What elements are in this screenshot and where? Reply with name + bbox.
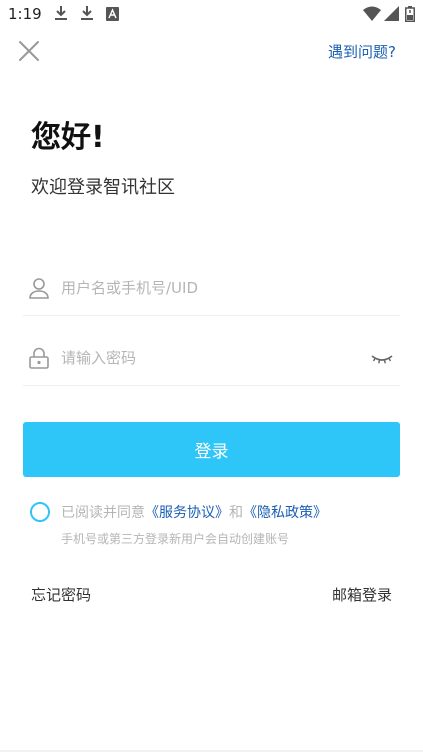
close-button[interactable] — [17, 39, 41, 63]
download-icon — [81, 6, 93, 25]
welcome-subtitle: 欢迎登录智讯社区 — [31, 177, 175, 198]
signal-icon — [384, 6, 399, 25]
greeting-title: 您好! — [31, 120, 105, 155]
login-button[interactable]: 登录 — [23, 422, 400, 477]
status-time: 1:19 — [8, 5, 42, 23]
agreement-prefix: 已阅读并同意 — [61, 505, 145, 521]
password-visibility-toggle[interactable] — [370, 347, 394, 369]
status-bar: 1:19 — [0, 0, 423, 30]
service-agreement-link[interactable]: 《服务协议》 — [145, 505, 229, 521]
password-input[interactable] — [61, 330, 361, 386]
close-icon — [19, 41, 39, 61]
agreement-note: 手机号或第三方登录新用户会自动创建账号 — [61, 532, 290, 546]
email-login-link[interactable]: 邮箱登录 — [332, 584, 392, 605]
eye-closed-icon — [371, 355, 393, 364]
font-a-icon — [106, 6, 119, 25]
user-icon — [28, 277, 50, 299]
password-field — [23, 330, 400, 386]
forgot-password-link[interactable]: 忘记密码 — [31, 584, 91, 605]
username-field — [23, 260, 400, 316]
wifi-icon — [363, 6, 381, 25]
username-input[interactable] — [61, 260, 361, 316]
help-link[interactable]: 遇到问题? — [328, 41, 396, 62]
agreement-and: 和 — [229, 505, 243, 521]
privacy-policy-link[interactable]: 《隐私政策》 — [243, 505, 327, 521]
lock-icon — [28, 347, 50, 369]
agreement-text: 已阅读并同意《服务协议》和《隐私政策》 — [61, 502, 327, 522]
agreement-checkbox[interactable] — [30, 502, 50, 522]
battery-icon — [405, 6, 415, 26]
download-icon — [55, 6, 67, 25]
